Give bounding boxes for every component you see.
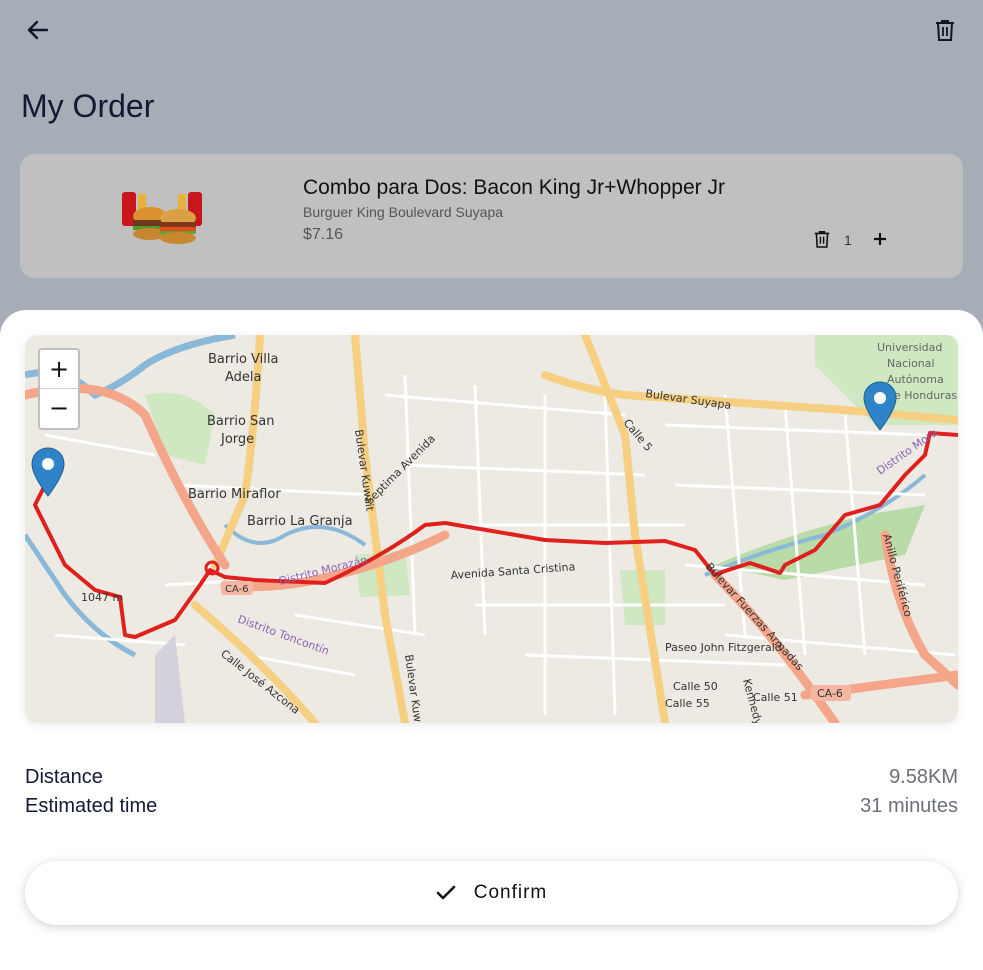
back-button[interactable] bbox=[18, 10, 58, 50]
product-image bbox=[120, 188, 206, 248]
map-label: de Honduras bbox=[887, 389, 957, 402]
quantity-stepper: 1 bbox=[812, 227, 902, 253]
map-canvas: Barrio Villa Adela Barrio San Jorge Barr… bbox=[25, 335, 958, 723]
check-icon bbox=[436, 885, 456, 901]
top-bar bbox=[0, 0, 983, 60]
confirm-label: Confirm bbox=[473, 882, 548, 903]
map-label: Barrio Villa bbox=[208, 352, 278, 367]
estimated-time-row: Estimated time 31 minutes bbox=[25, 795, 958, 821]
map-label: Adela bbox=[225, 370, 262, 385]
map-label: Autónoma bbox=[887, 373, 944, 386]
trash-icon bbox=[814, 231, 830, 248]
map-label: Calle 55 bbox=[665, 697, 710, 710]
estimated-time-label: Estimated time bbox=[25, 795, 158, 817]
map-label: Nacional bbox=[887, 357, 935, 370]
map-label: Bulevar Kuwait bbox=[352, 429, 376, 513]
route-sheet: Barrio Villa Adela Barrio San Jorge Barr… bbox=[0, 310, 983, 970]
product-price: $7.16 bbox=[303, 226, 344, 243]
store-name: Burguer King Boulevard Suyapa bbox=[303, 204, 504, 220]
map-label: Universidad bbox=[877, 341, 942, 354]
clear-order-button[interactable] bbox=[925, 10, 965, 50]
origin-marker[interactable] bbox=[31, 447, 65, 497]
remove-item-button[interactable] bbox=[812, 228, 832, 250]
arrow-left-icon bbox=[27, 20, 49, 40]
map-label: 1047 m bbox=[81, 591, 123, 604]
map-label: CA-6 bbox=[225, 584, 249, 595]
map-label: Paseo John Fitzgerald bbox=[665, 641, 782, 654]
map-label: Bulevar Suyapa bbox=[645, 387, 733, 412]
increase-quantity-button[interactable] bbox=[868, 227, 892, 251]
route-map[interactable]: Barrio Villa Adela Barrio San Jorge Barr… bbox=[25, 335, 958, 723]
trash-icon bbox=[936, 20, 954, 41]
estimated-time-value: 31 minutes bbox=[860, 795, 958, 817]
distance-label: Distance bbox=[25, 766, 103, 788]
plus-icon bbox=[874, 233, 886, 245]
map-label: Barrio Miraflor bbox=[188, 487, 281, 502]
map-label: Barrio La Granja bbox=[247, 514, 353, 529]
product-title: Combo para Dos: Bacon King Jr+Whopper Jr bbox=[303, 176, 725, 199]
map-label: Barrio San bbox=[207, 414, 275, 429]
order-item-card: Combo para Dos: Bacon King Jr+Whopper Jr… bbox=[20, 154, 963, 278]
map-label: Calle 50 bbox=[673, 680, 718, 693]
map-label: CA-6 bbox=[817, 687, 843, 700]
map-label: Avenida Santa Cristina bbox=[450, 560, 575, 582]
confirm-button[interactable]: Confirm bbox=[25, 861, 958, 925]
page-title: My Order bbox=[21, 88, 155, 124]
zoom-in-button[interactable]: + bbox=[40, 350, 78, 389]
distance-row: Distance 9.58KM bbox=[25, 766, 958, 792]
map-zoom-control: + − bbox=[38, 348, 80, 430]
quantity-value: 1 bbox=[844, 232, 852, 248]
map-label: Jorge bbox=[220, 432, 254, 447]
distance-value: 9.58KM bbox=[889, 766, 958, 788]
zoom-out-button[interactable]: − bbox=[40, 389, 78, 427]
